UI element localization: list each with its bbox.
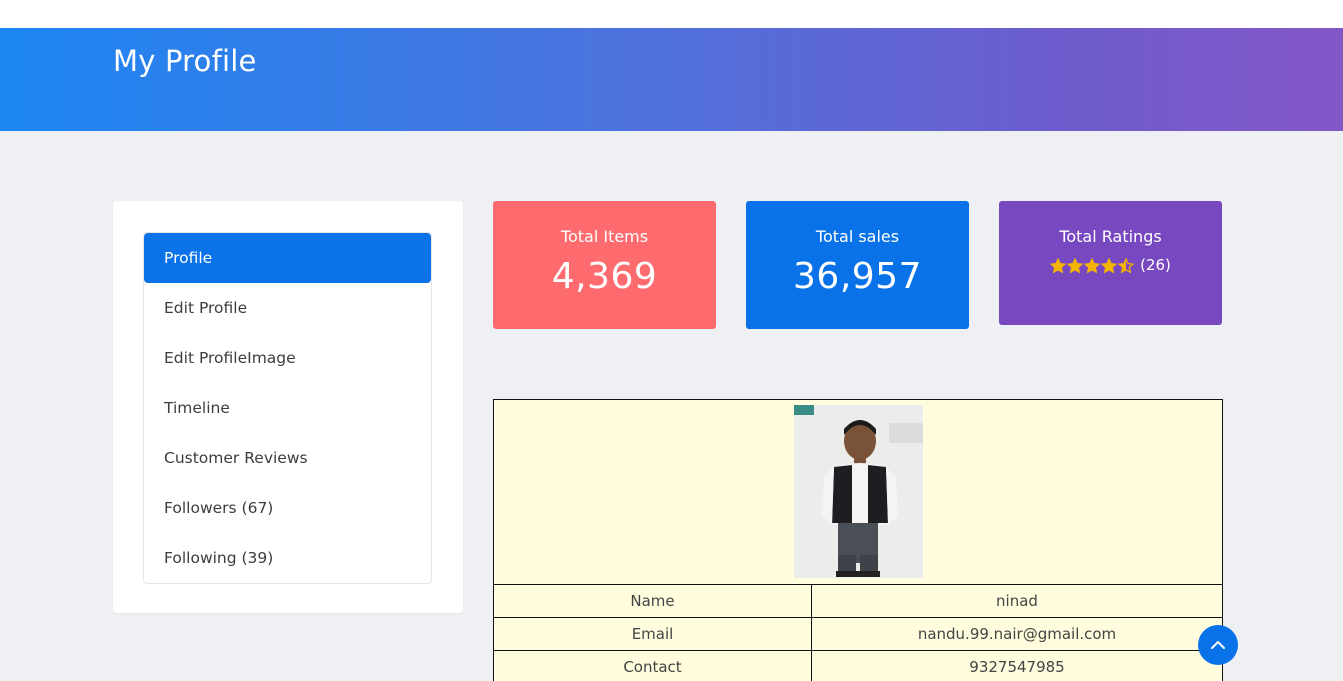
- total-items-card: Total Items 4,369: [493, 201, 716, 329]
- rating-count: (26): [1140, 255, 1171, 274]
- email-value: nandu.99.nair@gmail.com: [811, 617, 1223, 651]
- name-label: Name: [493, 584, 812, 618]
- top-bar: [0, 0, 1343, 28]
- profile-details-table: Name ninad Email nandu.99.nair@gmail.com…: [493, 399, 1223, 681]
- sidebar-item-timeline[interactable]: Timeline: [144, 383, 431, 433]
- name-value: ninad: [811, 584, 1223, 618]
- profile-menu: Profile Edit Profile Edit ProfileImage T…: [143, 232, 432, 584]
- sidebar-item-customer-reviews[interactable]: Customer Reviews: [144, 433, 431, 483]
- profile-photo-cell: [493, 399, 1223, 585]
- profile-photo: [793, 405, 923, 578]
- rating-row: (26): [999, 255, 1222, 274]
- star-icon: [1050, 258, 1067, 274]
- sidebar-item-following[interactable]: Following (39): [144, 533, 431, 583]
- scroll-to-top-button[interactable]: [1198, 625, 1238, 665]
- star-icon: [1067, 258, 1084, 274]
- total-ratings-label: Total Ratings: [1059, 227, 1162, 246]
- contact-label: Contact: [493, 650, 812, 681]
- page-title: My Profile: [113, 44, 257, 78]
- contact-value: 9327547985: [811, 650, 1223, 681]
- star-icon: [1084, 258, 1101, 274]
- star-icon: [1101, 258, 1118, 274]
- sidebar-item-followers[interactable]: Followers (67): [144, 483, 431, 533]
- total-sales-label: Total sales: [815, 227, 900, 246]
- total-items-label: Total Items: [560, 227, 649, 246]
- page-header: My Profile: [0, 28, 1343, 131]
- rating-stars: [1050, 258, 1135, 274]
- total-sales-value: 36,957: [793, 256, 922, 297]
- total-ratings-card: Total Ratings (26): [999, 201, 1222, 325]
- star-icon: [1118, 258, 1135, 274]
- email-label: Email: [493, 617, 812, 651]
- sidebar-card: Profile Edit Profile Edit ProfileImage T…: [113, 201, 463, 613]
- table-row: Contact 9327547985: [493, 650, 1223, 681]
- total-sales-card: Total sales 36,957: [746, 201, 969, 329]
- sidebar-item-edit-profile-image[interactable]: Edit ProfileImage: [144, 333, 431, 383]
- total-items-value: 4,369: [551, 256, 658, 297]
- sidebar-item-edit-profile[interactable]: Edit Profile: [144, 283, 431, 333]
- chevron-up-icon: [1211, 641, 1225, 649]
- table-row: Email nandu.99.nair@gmail.com: [493, 617, 1223, 651]
- sidebar-item-profile[interactable]: Profile: [144, 233, 431, 283]
- table-row: Name ninad: [493, 584, 1223, 618]
